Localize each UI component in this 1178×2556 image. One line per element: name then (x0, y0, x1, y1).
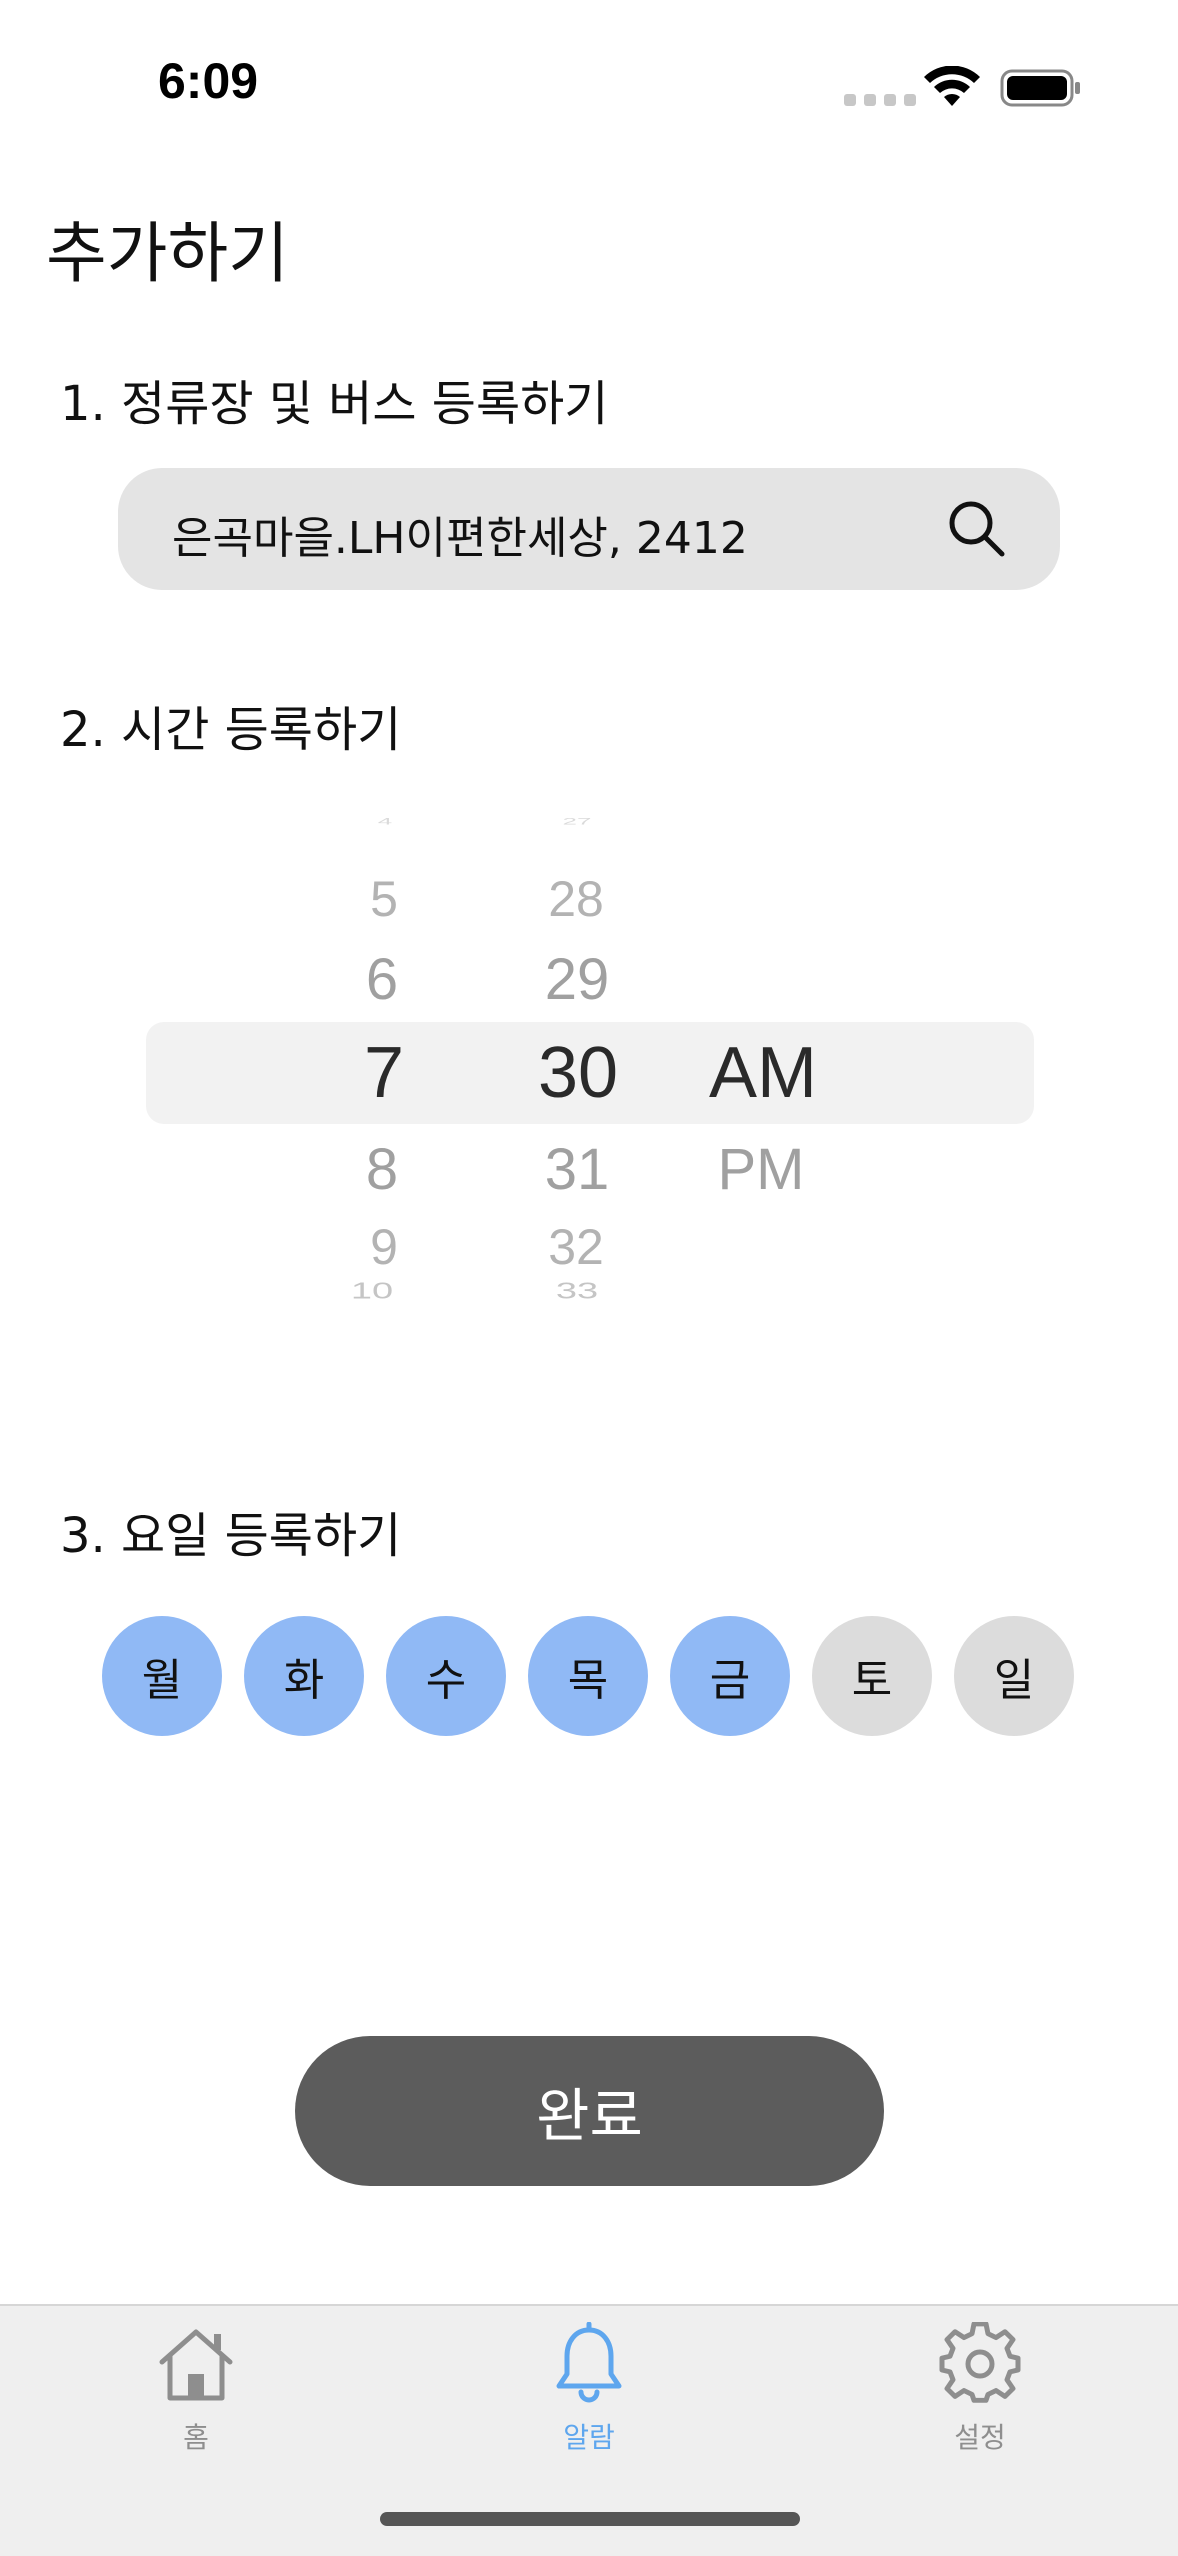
day-toggle-thu[interactable]: 목 (528, 1616, 648, 1736)
hour-option[interactable]: 9 (370, 1218, 398, 1276)
minute-option[interactable]: 29 (545, 946, 610, 1013)
minute-option[interactable]: 31 (545, 1136, 610, 1203)
done-button[interactable]: 완료 (295, 2036, 884, 2186)
period-selected[interactable]: AM (709, 1032, 817, 1114)
hour-option[interactable]: 4 (378, 816, 392, 827)
gear-icon (939, 2322, 1021, 2403)
day-toggle-sun[interactable]: 일 (954, 1616, 1074, 1736)
hour-option[interactable]: 5 (370, 870, 398, 928)
minute-option[interactable]: 33 (556, 1279, 598, 1305)
bell-icon (556, 2322, 622, 2403)
search-icon[interactable] (946, 498, 1008, 560)
tab-settings[interactable]: 설정 (880, 2322, 1080, 2456)
section-label-time: 2. 시간 등록하기 (60, 702, 402, 758)
tab-alarm[interactable]: 알람 (489, 2322, 689, 2456)
minute-option[interactable]: 32 (548, 1218, 604, 1276)
day-toggle-mon[interactable]: 월 (102, 1616, 222, 1736)
section-label-days: 3. 요일 등록하기 (60, 1508, 402, 1564)
tab-settings-label: 설정 (954, 2421, 1006, 2454)
minute-option[interactable]: 28 (548, 870, 604, 928)
home-indicator[interactable] (380, 2512, 800, 2526)
hour-selected[interactable]: 7 (364, 1032, 404, 1114)
period-option[interactable]: PM (718, 1136, 805, 1203)
search-value: 은곡마을.LH이편한세상, 2412 (172, 513, 748, 564)
day-toggle-sat[interactable]: 토 (812, 1616, 932, 1736)
stop-bus-search-field[interactable]: 은곡마을.LH이편한세상, 2412 (118, 468, 1060, 590)
section-label-stop-bus: 1. 정류장 및 버스 등록하기 (60, 376, 609, 432)
wifi-icon (924, 66, 980, 106)
house-icon (159, 2329, 233, 2401)
day-selector: 월 화 수 목 금 토 일 (102, 1616, 1074, 1736)
hour-option[interactable]: 8 (366, 1136, 398, 1203)
day-toggle-tue[interactable]: 화 (244, 1616, 364, 1736)
day-toggle-wed[interactable]: 수 (386, 1616, 506, 1736)
day-toggle-fri[interactable]: 금 (670, 1616, 790, 1736)
hour-option[interactable]: 6 (366, 946, 398, 1013)
minute-selected[interactable]: 30 (538, 1032, 618, 1114)
page-title: 추가하기 (46, 215, 289, 292)
hour-option[interactable]: 10 (351, 1279, 393, 1305)
cellular-signal-icon (844, 94, 916, 106)
status-time: 6:09 (158, 53, 259, 109)
battery-icon (1000, 69, 1080, 107)
minute-option[interactable]: 27 (563, 816, 592, 827)
tab-alarm-label: 알람 (563, 2421, 615, 2454)
tab-home-label: 홈 (183, 2421, 209, 2454)
tab-home[interactable]: 홈 (96, 2322, 296, 2456)
time-picker[interactable]: 4 5 6 7 8 9 10 27 28 29 30 31 32 33 AM P… (0, 800, 1178, 1340)
